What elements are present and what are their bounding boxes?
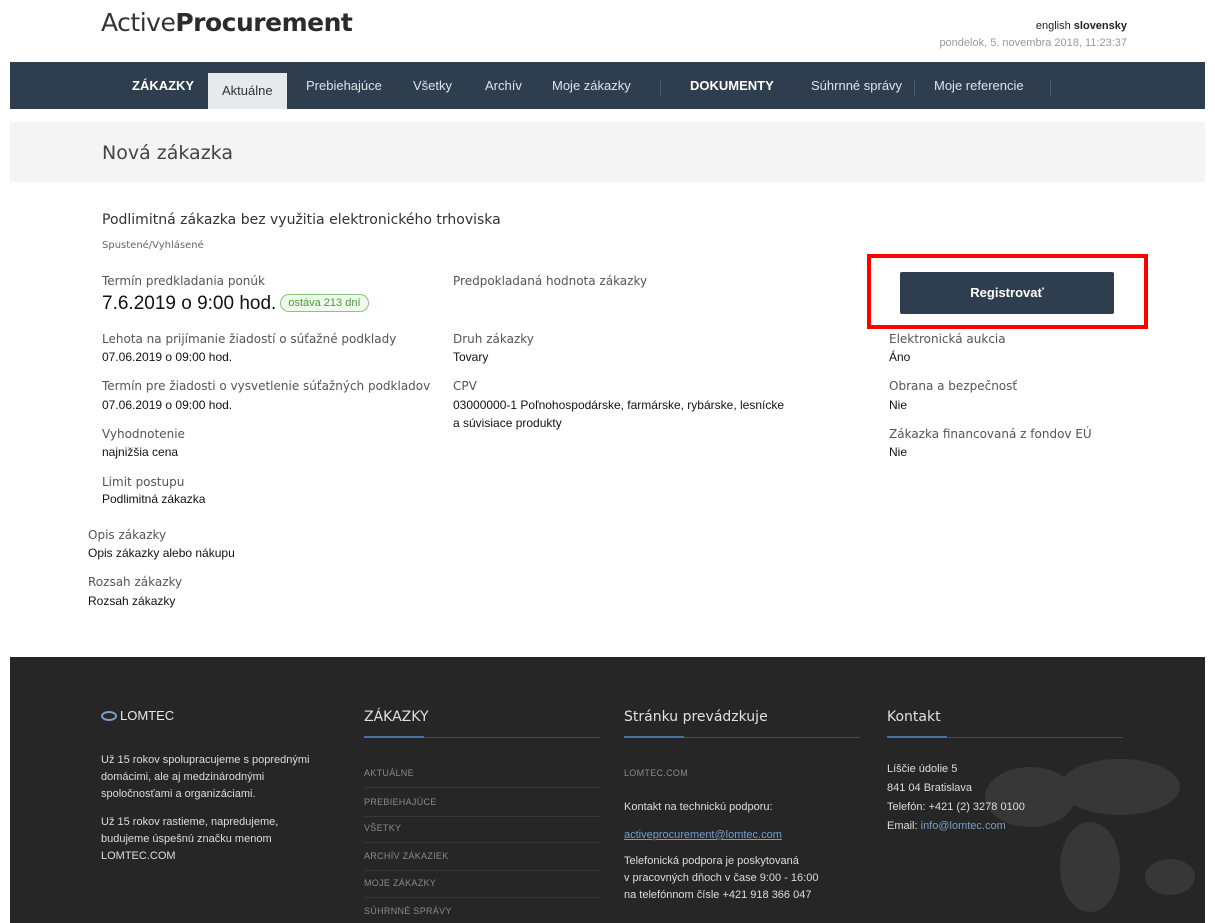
page-title-band: Nová zákazka [10, 122, 1205, 182]
evaluation-label: Vyhodnotenie [102, 427, 185, 441]
about-text-line4: Už 15 rokov rastieme, napredujeme, [101, 816, 279, 828]
lang-slovak-link[interactable]: slovensky [1074, 20, 1127, 32]
footer-link-divider [364, 787, 600, 788]
lomtec-logo-icon [101, 711, 117, 721]
footer-link-aktualne[interactable]: AKTUÁLNE [364, 768, 414, 778]
email-label: Email: [887, 820, 921, 832]
phone-support-line3: na telefónnom čísle +421 918 366 047 [624, 889, 812, 901]
cpv-value-line1: 03000000-1 Poľnohospodárske, farmárske, … [453, 398, 785, 412]
site-logo[interactable]: ActiveProcurement [101, 8, 353, 37]
current-datetime: pondelok, 5. novembra 2018, 11:23:37 [939, 37, 1127, 49]
description-label: Opis zákazky [88, 528, 167, 542]
scope-label: Rozsah zákazky [88, 575, 183, 589]
remaining-days-badge: ostáva 213 dní [280, 294, 369, 312]
header: ActiveProcurement english slovensky pond… [0, 0, 1215, 60]
deadline-label: Termín predkladania ponúk [102, 274, 265, 288]
address-line1: Líščie údolie 5 [887, 763, 958, 775]
phone-support-line2: v pracovných dňoch v čase 9:00 - 16:00 [624, 872, 819, 884]
about-text-line3: spoločnosťami a organizáciami. [101, 788, 256, 800]
nav-tab-aktualne[interactable]: Aktuálne [208, 73, 287, 109]
procedure-limit-value: Podlimitná zákazka [102, 492, 206, 506]
e-auction-value: Áno [889, 350, 911, 364]
footer-heading-rule [887, 736, 1123, 738]
footer-link-archiv-zakaziek[interactable]: ARCHÍV ZÁKAZIEK [364, 851, 449, 861]
eu-funds-value: Nie [889, 445, 908, 459]
nav-tab-archiv[interactable]: Archív [471, 62, 536, 109]
lomtec-logo-text: LOMTEC [120, 708, 175, 723]
status-label: Spustené/Vyhlásené [102, 240, 204, 251]
footer-zakazky-heading: ZÁKAZKY [364, 709, 429, 725]
eu-funds-label: Zákazka financovaná z fondov EÚ [889, 427, 1092, 441]
contact-phone: Telefón: +421 (2) 3278 0100 [887, 801, 1025, 813]
lang-english-link[interactable]: english [1036, 20, 1071, 32]
main-nav: ZÁKAZKY Aktuálne Prebiehajúce Všetky Arc… [10, 62, 1205, 109]
e-auction-label: Elektronická aukcia [889, 332, 1006, 346]
footer-link-vsetky[interactable]: VŠETKY [364, 823, 401, 833]
footer-link-divider [364, 842, 600, 843]
support-email-text: activeprocurement@lomtec.com [624, 829, 782, 841]
clarification-deadline-label: Termín pre žiadosti o vysvetlenie súťažn… [102, 379, 431, 393]
footer-link-moje-zakazky[interactable]: MOJE ZÁKAZKY [364, 878, 436, 888]
clarification-deadline-value: 07.06.2019 o 09:00 hod. [102, 398, 233, 412]
footer-link-suhrnne-spravy[interactable]: SÚHRNNÉ SPRÁVY [364, 906, 452, 916]
cpv-label: CPV [453, 379, 477, 393]
lomtec-logo[interactable]: LOMTEC [101, 708, 174, 723]
request-period-value: 07.06.2019 o 09:00 hod. [102, 350, 233, 364]
nav-tab-prebiehajuce[interactable]: Prebiehajúce [292, 62, 396, 109]
support-email-link[interactable]: activeprocurement@lomtec.com [624, 827, 782, 844]
footer-link-divider [364, 816, 600, 817]
about-text-line2: domácimi, ale aj medzinárodnými [101, 771, 265, 783]
address-line2: 841 04 Bratislava [887, 782, 972, 794]
nav-divider [914, 79, 915, 97]
nav-divider [1050, 79, 1051, 97]
request-period-label: Lehota na prijímanie žiadostí o súťažné … [102, 332, 397, 346]
footer: LOMTEC Už 15 rokov spolupracujeme s popr… [10, 657, 1205, 923]
deadline-value: 7.6.2019 o 9:00 hod. ostáva 213 dní [102, 293, 369, 315]
support-label: Kontakt na technickú podporu: [624, 801, 773, 813]
nav-tab-moje-referencie[interactable]: Moje referencie [920, 62, 1038, 109]
page-title: Nová zákazka [102, 142, 233, 164]
language-switcher: english slovensky [1036, 20, 1127, 32]
procurement-type: Podlimitná zákazka bez využitia elektron… [102, 212, 501, 228]
register-button[interactable]: Registrovať [900, 272, 1114, 314]
footer-link-divider [364, 897, 600, 898]
footer-link-prebiehajuce[interactable]: PREBIEHAJÚCE [364, 797, 437, 807]
footer-heading-rule [624, 736, 860, 738]
about-text-line1: Už 15 rokov spolupracujeme s poprednými [101, 754, 310, 766]
footer-link-divider [364, 870, 600, 871]
contact-email-link[interactable]: info@lomtec.com [921, 820, 1006, 832]
nav-tab-moje-zakazky[interactable]: Moje zákazky [538, 62, 645, 109]
nav-dokumenty[interactable]: DOKUMENTY [676, 62, 788, 109]
about-text-line5: budujeme úspešnú značku menom [101, 833, 272, 845]
nav-tab-vsetky[interactable]: Všetky [399, 62, 466, 109]
footer-contact-heading: Kontakt [887, 709, 941, 725]
scope-value: Rozsah zákazky [88, 594, 176, 608]
nav-tab-suhrnne-spravy[interactable]: Súhrnné správy [797, 62, 916, 109]
defense-security-value: Nie [889, 398, 908, 412]
deadline-date: 7.6.2019 o 9:00 hod. [102, 293, 277, 314]
evaluation-value: najnižšia cena [102, 445, 179, 459]
nav-divider [660, 79, 661, 97]
defense-security-label: Obrana a bezpečnosť [889, 379, 1018, 393]
phone-support-line1: Telefonická podpora je poskytovaná [624, 855, 799, 867]
nav-zakazky[interactable]: ZÁKAZKY [118, 62, 208, 109]
contract-type-value: Tovary [453, 350, 489, 364]
footer-heading-rule [364, 736, 600, 738]
operator-link[interactable]: LOMTEC.COM [624, 768, 688, 778]
contact-email: Email: info@lomtec.com [887, 818, 1006, 835]
logo-text-bold: Procurement [175, 8, 353, 37]
contract-type-label: Druh zákazky [453, 332, 534, 346]
logo-text-light: Active [101, 8, 176, 37]
description-value: Opis zákazky alebo nákupu [88, 546, 235, 560]
estimated-value-label: Predpokladaná hodnota zákazky [453, 274, 648, 288]
cpv-value-line2: a súvisiace produkty [453, 416, 562, 430]
about-text-line6: LOMTEC.COM [101, 850, 176, 862]
procedure-limit-label: Limit postupu [102, 475, 185, 489]
footer-operator-heading: Stránku prevádzkuje [624, 709, 768, 725]
